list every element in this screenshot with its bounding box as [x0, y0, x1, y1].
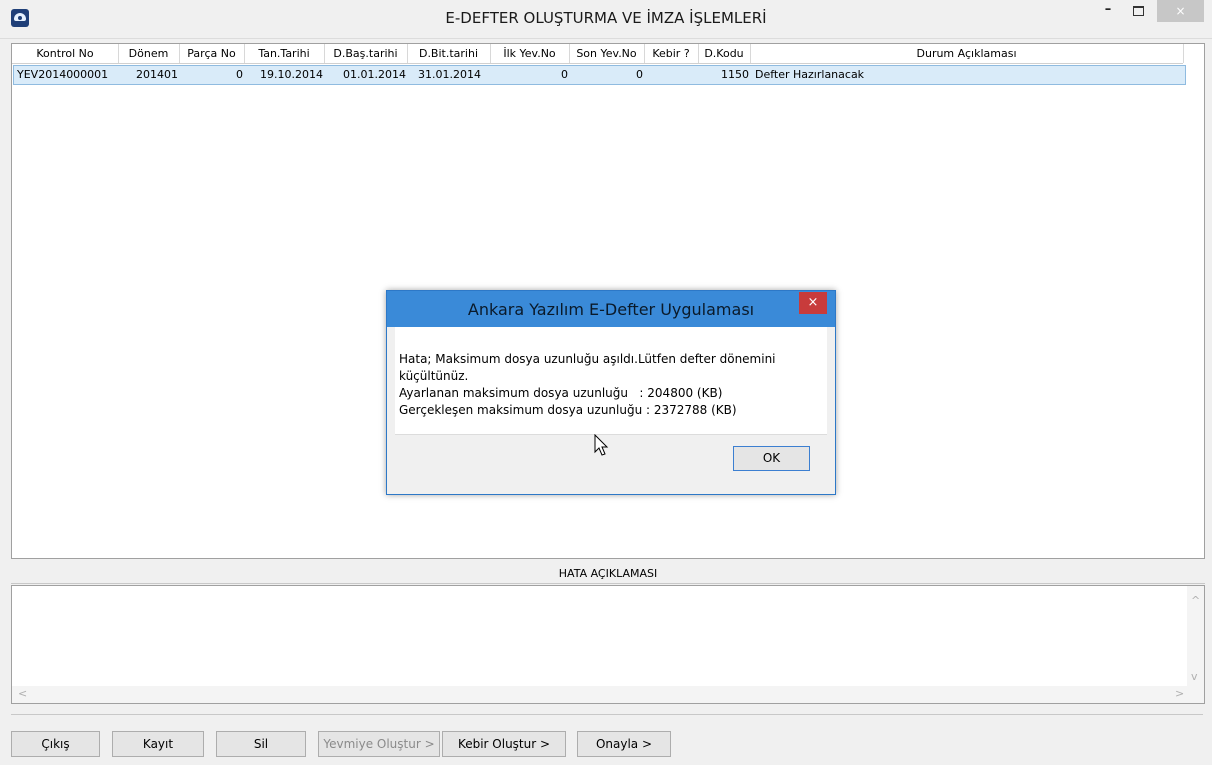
cell-d-bas-tarihi: 01.01.2014 — [343, 68, 406, 81]
table-row[interactable]: YEV2014000001 201401 0 19.10.2014 01.01.… — [13, 65, 1186, 85]
col-parca-no[interactable]: Parça No — [179, 44, 245, 63]
kebir-olustur-button[interactable]: Kebir Oluştur > — [442, 731, 566, 757]
cell-durum: Defter Hazırlanacak — [755, 68, 865, 81]
dialog-message-line: küçültünüz. — [399, 369, 469, 383]
col-ilk-yev-no[interactable]: İlk Yev.No — [490, 44, 570, 63]
yevmiye-olustur-button[interactable]: Yevmiye Oluştur > — [318, 731, 440, 757]
kayit-button[interactable]: Kayıt — [112, 731, 204, 757]
col-son-yev-no[interactable]: Son Yev.No — [569, 44, 645, 63]
cikis-button[interactable]: Çıkış — [11, 731, 100, 757]
mouse-pointer-icon — [594, 434, 609, 456]
sil-button[interactable]: Sil — [216, 731, 306, 757]
cell-parca-no: 0 — [236, 68, 243, 81]
col-donem[interactable]: Dönem — [118, 44, 180, 63]
col-tan-tarihi[interactable]: Tan.Tarihi — [244, 44, 325, 63]
error-dialog: Ankara Yazılım E-Defter Uygulaması × Hat… — [386, 290, 836, 495]
col-kontrol-no[interactable]: Kontrol No — [12, 44, 119, 63]
col-kebir[interactable]: Kebir ? — [644, 44, 699, 63]
ok-button[interactable]: OK — [733, 446, 810, 471]
grid-header: Kontrol No Dönem Parça No Tan.Tarihi D.B… — [12, 44, 1184, 64]
onayla-button[interactable]: Onayla > — [577, 731, 671, 757]
dialog-message: Hata; Maksimum dosya uzunluğu aşıldı.Lüt… — [399, 351, 819, 419]
scroll-left-icon[interactable]: < — [18, 687, 27, 700]
dialog-title: Ankara Yazılım E-Defter Uygulaması — [387, 291, 835, 327]
dialog-body: Hata; Maksimum dosya uzunluğu aşıldı.Lüt… — [395, 327, 827, 435]
dialog-message-line: Ayarlanan maksimum dosya uzunluğu : 2048… — [399, 386, 723, 400]
col-d-bit-tarihi[interactable]: D.Bit.tarihi — [407, 44, 491, 63]
cell-kontrol-no: YEV2014000001 — [17, 68, 109, 81]
col-d-kodu[interactable]: D.Kodu — [698, 44, 751, 63]
vertical-scrollbar[interactable]: ^ v — [1187, 586, 1204, 686]
minimize-button[interactable]: – — [1095, 0, 1121, 22]
scroll-right-icon[interactable]: > — [1175, 687, 1184, 700]
maximize-button[interactable] — [1125, 0, 1151, 22]
main-window: E-DEFTER OLUŞTURMA VE İMZA İŞLEMLERİ – ×… — [0, 0, 1212, 765]
dialog-message-line: Hata; Maksimum dosya uzunluğu aşıldı.Lüt… — [399, 352, 776, 366]
button-bar: Çıkış Kayıt Sil Yevmiye Oluştur > Kebir … — [11, 714, 1203, 759]
cell-kebir — [646, 66, 700, 84]
col-durum-aciklamasi[interactable]: Durum Açıklaması — [750, 44, 1184, 63]
cell-d-kodu: 1150 — [721, 68, 749, 81]
scroll-up-icon[interactable]: ^ — [1191, 594, 1200, 607]
title-bar: E-DEFTER OLUŞTURMA VE İMZA İŞLEMLERİ – × — [0, 0, 1212, 39]
cell-ilk-yev-no: 0 — [561, 68, 568, 81]
dialog-message-line: Gerçekleşen maksimum dosya uzunluğu : 23… — [399, 403, 737, 417]
dialog-close-button[interactable]: × — [799, 292, 827, 314]
scroll-down-icon[interactable]: v — [1191, 670, 1198, 683]
cell-son-yev-no: 0 — [636, 68, 643, 81]
maximize-icon — [1132, 6, 1144, 16]
error-section-label: HATA AÇIKLAMASI — [11, 563, 1205, 584]
col-d-bas-tarihi[interactable]: D.Baş.tarihi — [324, 44, 408, 63]
cell-tan-tarihi: 19.10.2014 — [260, 68, 323, 81]
close-button[interactable]: × — [1157, 0, 1204, 22]
cell-donem: 201401 — [136, 68, 178, 81]
cell-d-bit-tarihi: 31.01.2014 — [418, 68, 481, 81]
horizontal-scrollbar[interactable]: < > — [12, 686, 1204, 703]
error-textarea[interactable]: ^ v < > — [11, 585, 1205, 704]
window-title: E-DEFTER OLUŞTURMA VE İMZA İŞLEMLERİ — [445, 9, 767, 27]
